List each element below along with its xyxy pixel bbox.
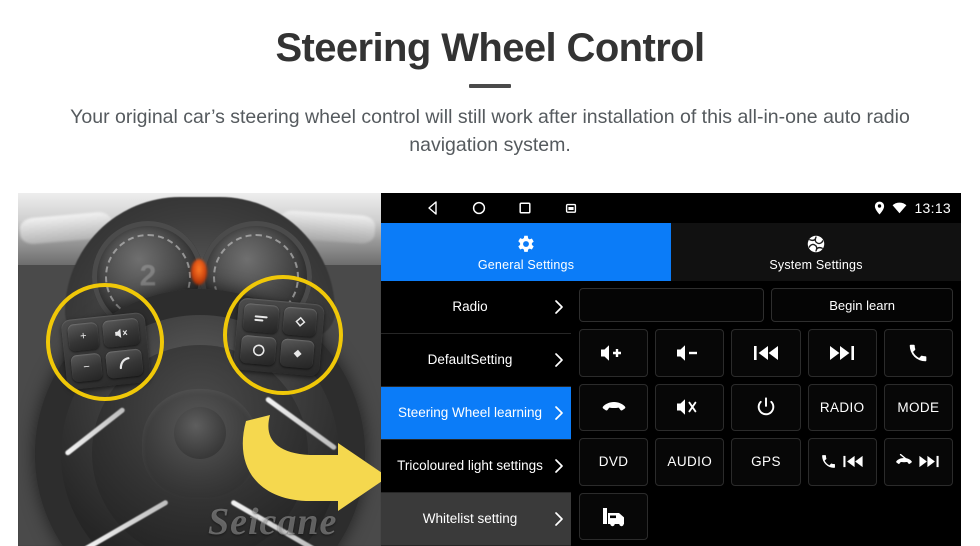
phone-previous-icon [820, 453, 865, 470]
function-button-row-4 [579, 492, 953, 541]
power-button[interactable] [731, 383, 801, 431]
chevron-right-icon [555, 353, 563, 367]
sidebar-item-tricoloured-light-settings-label: Tricoloured light settings [397, 457, 543, 473]
phone-call-button[interactable] [883, 329, 954, 377]
tab-general-settings[interactable]: General Settings [381, 223, 671, 281]
status-bar-clock: 13:13 [914, 200, 951, 216]
chevron-right-icon [555, 300, 563, 314]
phone-hangup-icon [602, 402, 625, 411]
mode-button[interactable]: MODE [883, 383, 954, 431]
page-root: Steering Wheel Control Your original car… [0, 0, 980, 546]
mute-button[interactable] [655, 383, 725, 431]
settings-tabs: General Settings System Settings [381, 223, 961, 281]
gear-icon [518, 235, 534, 252]
audio-button[interactable]: AUDIO [655, 438, 725, 486]
android-nav-buttons [425, 200, 579, 216]
system-swirl-icon [807, 235, 825, 252]
empty-slot [655, 493, 724, 541]
sidebar-item-default-setting-label: DefaultSetting [427, 351, 513, 367]
function-button-row-2: RADIO MODE [579, 383, 954, 431]
gps-button[interactable]: GPS [731, 438, 801, 486]
dvd-button[interactable]: DVD [579, 438, 649, 486]
yellow-pointer-arrow [242, 415, 381, 511]
gauge-number: 2 [139, 259, 157, 293]
phone-call-icon [910, 344, 927, 362]
home-icon[interactable] [471, 200, 487, 216]
phone-next-icon [895, 453, 941, 470]
power-icon [757, 397, 775, 416]
title-divider [469, 84, 511, 88]
chevron-right-icon [555, 512, 563, 526]
sidebar-item-default-setting[interactable]: DefaultSetting [381, 334, 571, 387]
function-button-row-3: DVD AUDIO GPS [579, 438, 954, 486]
empty-slot [731, 493, 800, 541]
head-unit-screen: 13:13 General Settings System Settings R… [381, 193, 961, 546]
tab-system-settings-label: System Settings [769, 257, 863, 272]
tab-general-settings-label: General Settings [477, 257, 575, 272]
screenshot-icon[interactable] [563, 200, 579, 216]
right-cluster-highlight-circle [223, 275, 343, 395]
page-title: Steering Wheel Control [275, 26, 705, 70]
sidebar-item-whitelist-setting-label: Whitelist setting [422, 510, 518, 526]
page-subtitle: Your original car’s steering wheel contr… [70, 106, 910, 156]
sidebar-item-steering-wheel-learning-label: Steering Wheel learning [397, 404, 543, 420]
learn-input[interactable] [579, 288, 765, 322]
car-view-button[interactable] [579, 492, 649, 540]
empty-slot [884, 493, 953, 541]
volume-up-icon [600, 344, 621, 361]
phone-hangup-button[interactable] [579, 383, 649, 431]
settings-body: Radio DefaultSetting Steering Wheel lear… [381, 281, 961, 546]
next-track-icon [830, 345, 855, 360]
content-strip: 2 + − Seicane 13:13 General Settings Sys… [18, 193, 961, 546]
sidebar-item-steering-wheel-learning[interactable]: Steering Wheel learning [381, 387, 571, 440]
learn-controls-row: Begin learn [579, 288, 953, 322]
next-track-icon [919, 456, 940, 468]
warning-light [191, 259, 207, 285]
function-button-row-1 [579, 329, 954, 377]
volume-up-button[interactable] [579, 329, 649, 377]
steering-wheel-photo: 2 + − Seicane [18, 193, 381, 546]
back-icon[interactable] [425, 200, 441, 216]
phone-next-button[interactable] [883, 438, 954, 486]
android-status-bar: 13:13 [381, 193, 961, 223]
chevron-right-icon [555, 406, 563, 420]
chevron-right-icon [555, 459, 563, 473]
location-pin-icon [875, 201, 885, 215]
volume-down-button[interactable] [655, 329, 725, 377]
car-icon [602, 508, 624, 527]
previous-track-button[interactable] [731, 329, 801, 377]
begin-learn-button[interactable]: Begin learn [771, 288, 953, 322]
sidebar-item-whitelist-setting[interactable]: Whitelist setting [381, 493, 571, 546]
left-cluster-highlight-circle [46, 283, 164, 401]
steering-wheel-learning-panel: Begin learn RADIO MODE DVD AUDIO GPS [571, 281, 961, 546]
horn-pad [173, 407, 226, 459]
radio-button[interactable]: RADIO [807, 383, 877, 431]
phone-call-icon [821, 455, 835, 469]
phone-hangup-icon [896, 454, 913, 465]
wifi-icon [893, 202, 907, 214]
previous-track-icon [843, 456, 863, 468]
sidebar-item-radio-label: Radio [452, 298, 488, 314]
empty-slot [808, 493, 877, 541]
header: Steering Wheel Control Your original car… [0, 0, 980, 159]
phone-previous-button[interactable] [807, 438, 877, 486]
previous-track-icon [754, 345, 778, 360]
volume-down-icon [676, 344, 697, 361]
sidebar-item-radio[interactable]: Radio [381, 281, 571, 334]
next-track-button[interactable] [807, 329, 877, 377]
recents-icon[interactable] [517, 200, 533, 216]
settings-menu-list: Radio DefaultSetting Steering Wheel lear… [381, 281, 571, 546]
brand-watermark: Seicane [208, 501, 338, 543]
mute-icon [676, 399, 697, 416]
learn-input-field[interactable] [580, 289, 764, 321]
status-indicators: 13:13 [874, 200, 951, 216]
sidebar-item-tricoloured-light-settings[interactable]: Tricoloured light settings [381, 440, 571, 493]
tab-system-settings[interactable]: System Settings [671, 223, 961, 281]
